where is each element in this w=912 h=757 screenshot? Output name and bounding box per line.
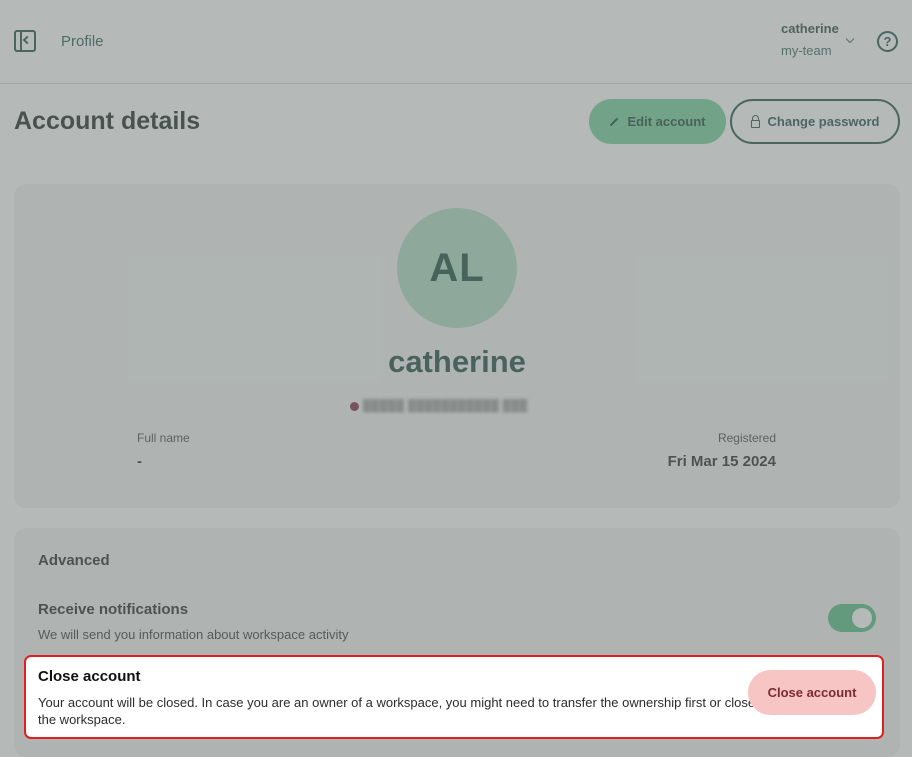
full-name-value: - [137, 453, 142, 470]
notifications-title: Receive notifications [38, 601, 189, 618]
close-account-button[interactable]: Close account [748, 670, 876, 715]
notifications-toggle[interactable] [828, 604, 876, 632]
pencil-icon [610, 117, 619, 126]
chevron-down-icon[interactable] [845, 34, 855, 44]
profile-card: AL catherine █████ ███████████ ███ Full … [14, 184, 900, 508]
change-password-label: Change password [767, 114, 880, 129]
email-row: █████ ███████████ ███ [350, 400, 528, 412]
lock-icon [750, 114, 760, 128]
edit-account-button[interactable]: Edit account [589, 99, 726, 144]
change-password-button[interactable]: Change password [730, 99, 900, 144]
close-account-title: Close account [38, 668, 141, 685]
display-name: catherine [388, 344, 526, 379]
advanced-title: Advanced [38, 552, 110, 569]
registered-value: Fri Mar 15 2024 [667, 453, 776, 470]
toggle-knob [852, 608, 872, 628]
edit-account-label: Edit account [627, 114, 706, 129]
email-status-icon [350, 401, 359, 411]
sidebar-toggle-icon[interactable] [14, 30, 36, 52]
notifications-description: We will send you information about works… [38, 627, 349, 642]
email-obscured: █████ ███████████ ███ [363, 400, 528, 412]
page-title: Account details [14, 107, 201, 135]
breadcrumb-title: Profile [61, 33, 104, 50]
full-name-label: Full name [137, 431, 190, 445]
close-account-section: Close account Your account will be close… [24, 655, 884, 739]
help-icon[interactable]: ? [877, 31, 898, 52]
registered-label: Registered [717, 431, 776, 445]
team-name: my-team [781, 43, 832, 58]
top-bar: Profile catherine my-team ? [0, 0, 912, 84]
user-menu[interactable]: catherine my-team [781, 21, 839, 58]
user-name: catherine [781, 21, 839, 36]
avatar: AL [397, 208, 517, 328]
close-account-description: Your account will be closed. In case you… [38, 695, 756, 727]
